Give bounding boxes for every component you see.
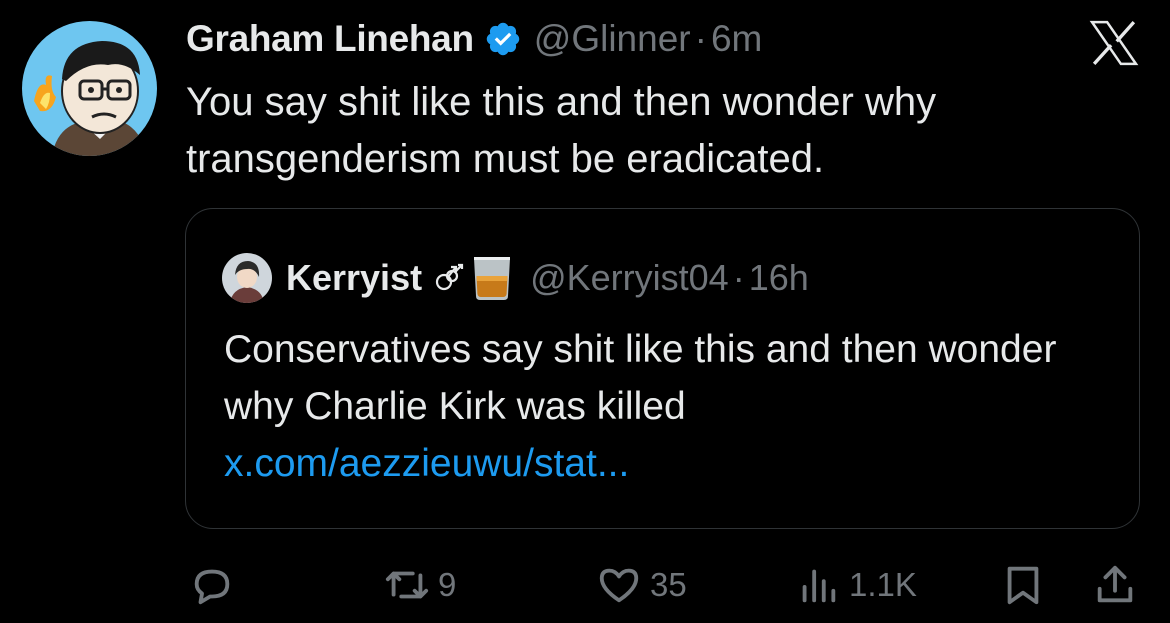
quoted-author-avatar[interactable] (222, 253, 272, 303)
quoted-author-handle[interactable]: @Kerryist04 (530, 257, 729, 299)
tweet-text: You say shit like this and then wonder w… (186, 80, 937, 181)
views-icon (802, 569, 836, 603)
retweet-count: 9 (438, 566, 457, 603)
author-name[interactable]: Graham Linehan (186, 18, 474, 60)
separator-dot: · (694, 18, 707, 59)
share-icon (1097, 565, 1133, 603)
male-symbols-emoji (435, 263, 464, 291)
like-count: 35 (650, 566, 687, 603)
retweet-button[interactable]: 9 (384, 555, 456, 615)
views-button[interactable]: 1.1K (795, 555, 917, 615)
tweet-header: Graham Linehan @Glinner · 6m (186, 14, 762, 64)
quoted-tweet-time[interactable]: 16h (749, 257, 809, 299)
quoted-tweet-link[interactable]: x.com/aezzieuwu/stat... (224, 442, 629, 485)
heart-icon (599, 568, 639, 603)
retweet-icon (385, 571, 429, 599)
tweet-time[interactable]: 6m (711, 18, 762, 60)
quoted-separator-dot: · (732, 257, 745, 298)
verified-badge-icon (486, 22, 519, 56)
author-avatar[interactable] (22, 21, 157, 156)
share-button[interactable] (1092, 555, 1138, 615)
quoted-tweet-text: Conservatives say shit like this and the… (224, 321, 1084, 492)
like-button[interactable]: 35 (596, 555, 687, 615)
quoted-author-name[interactable]: Kerryist (286, 257, 422, 299)
views-count: 1.1K (849, 566, 917, 603)
author-handle[interactable]: @Glinner (534, 18, 691, 60)
quoted-tweet-body: Conservatives say shit like this and the… (224, 328, 1057, 428)
reply-icon (194, 569, 230, 605)
reply-button[interactable] (189, 555, 243, 615)
quoted-tweet-header: Kerryist @Kerryist04 · 16h (222, 253, 809, 303)
cartoon-portrait-icon (22, 21, 157, 156)
quoted-avatar-portrait-icon (222, 253, 272, 303)
bookmark-button[interactable] (1000, 555, 1046, 615)
quoted-tweet[interactable]: Kerryist @Kerryist04 · 16h Conservatives… (185, 208, 1140, 529)
x-logo-icon (1089, 20, 1139, 66)
bookmark-icon (1007, 566, 1039, 605)
tweet-action-bar: 9 35 1.1K (0, 555, 1170, 615)
whiskey-glass-emoji (474, 257, 511, 300)
